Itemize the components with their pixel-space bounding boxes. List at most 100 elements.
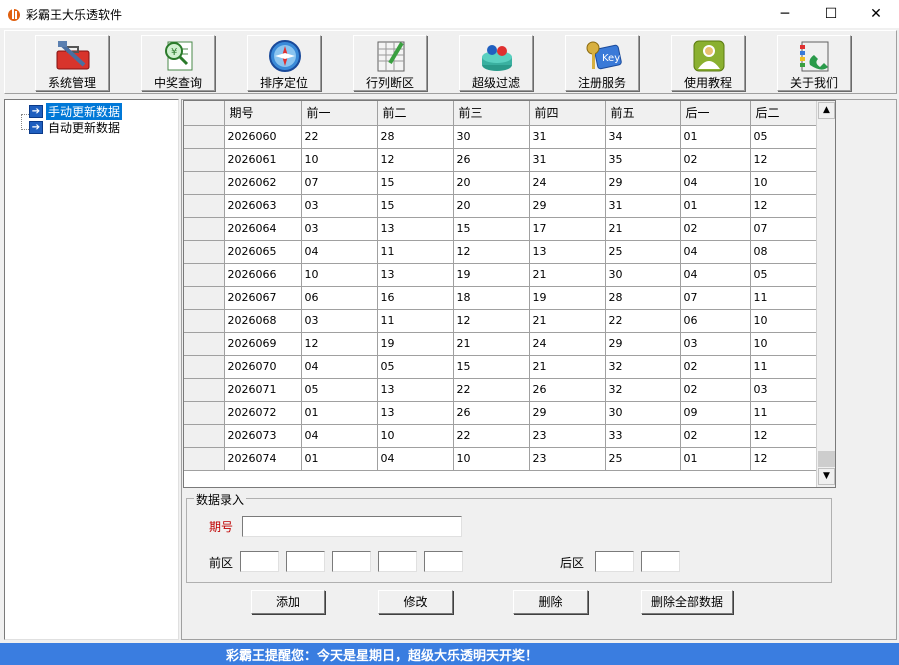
front-number-input-5[interactable] [424,551,463,572]
table-cell[interactable]: 15 [453,217,530,241]
close-button[interactable]: ✕ [853,0,899,28]
table-row[interactable]: 2026070 04 05 15 21 32 02 11 [184,355,822,379]
toolbar-button-sort[interactable]: 排序定位 [247,35,321,91]
table-cell[interactable]: 21 [453,332,530,356]
table-cell[interactable]: 04 [680,171,751,195]
table-cell[interactable]: 26 [453,401,530,425]
table-cell[interactable]: 01 [680,194,751,218]
table-cell[interactable]: 28 [605,286,681,310]
table-cell[interactable]: 10 [377,424,454,448]
table-cell[interactable]: 17 [529,217,606,241]
table-cell[interactable]: 19 [377,332,454,356]
table-cell[interactable]: 22 [453,378,530,402]
table-cell[interactable]: 03 [680,332,751,356]
table-cell[interactable]: 10 [750,171,822,195]
scroll-thumb[interactable] [818,451,835,467]
table-cell[interactable]: 15 [377,171,454,195]
table-cell[interactable]: 16 [377,286,454,310]
table-cell[interactable]: 02 [680,217,751,241]
table-cell[interactable]: 21 [529,309,606,333]
table-cell[interactable]: 11 [377,240,454,264]
front-number-input-4[interactable] [378,551,417,572]
row-header-cell[interactable] [184,263,225,287]
table-cell[interactable]: 10 [301,263,378,287]
back-number-input-1[interactable] [595,551,634,572]
row-header-cell[interactable] [184,171,225,195]
row-header-cell[interactable] [184,401,225,425]
table-cell[interactable]: 29 [529,194,606,218]
table-row[interactable]: 2026062 07 15 20 24 29 04 10 [184,171,822,195]
table-cell[interactable]: 2026067 [224,286,302,310]
maximize-button[interactable]: ☐ [808,0,854,28]
table-cell[interactable]: 10 [453,447,530,471]
row-header-cell[interactable] [184,217,225,241]
table-cell[interactable]: 22 [605,309,681,333]
data-grid[interactable]: 期号 前一 前二 前三 前四 前五 后一 后二 2026060 22 28 30 31 34 01 05 20… [183,100,836,488]
table-cell[interactable]: 2026073 [224,424,302,448]
table-row[interactable]: 2026066 10 13 19 21 30 04 05 [184,263,822,287]
tree-item-auto-update[interactable]: ➔ 自动更新数据 [29,120,122,135]
table-cell[interactable]: 30 [453,125,530,149]
table-cell[interactable]: 10 [750,332,822,356]
table-cell[interactable]: 12 [750,447,822,471]
table-cell[interactable]: 2026072 [224,401,302,425]
table-cell[interactable]: 13 [377,378,454,402]
delete-button[interactable]: 删除 [513,590,588,614]
minimize-button[interactable]: ─ [762,0,808,28]
table-row[interactable]: 2026067 06 16 18 19 28 07 11 [184,286,822,310]
front-number-input-1[interactable] [240,551,279,572]
front-number-input-2[interactable] [286,551,325,572]
table-cell[interactable]: 11 [750,355,822,379]
column-header[interactable]: 后二 [750,101,822,126]
toolbar-button-tutorial[interactable]: 使用教程 [671,35,745,91]
table-cell[interactable]: 34 [605,125,681,149]
table-row[interactable]: 2026069 12 19 21 24 29 03 10 [184,332,822,356]
table-cell[interactable]: 12 [377,148,454,172]
table-cell[interactable]: 11 [750,401,822,425]
table-cell[interactable]: 03 [301,194,378,218]
qihao-input[interactable] [242,516,462,537]
table-cell[interactable]: 07 [750,217,822,241]
table-cell[interactable]: 31 [605,194,681,218]
back-number-input-2[interactable] [641,551,680,572]
table-cell[interactable]: 01 [301,401,378,425]
toolbar-button-rowcol[interactable]: 行列断区 [353,35,427,91]
table-cell[interactable]: 08 [750,240,822,264]
table-cell[interactable]: 06 [301,286,378,310]
table-cell[interactable]: 03 [301,217,378,241]
table-cell[interactable]: 2026068 [224,309,302,333]
table-cell[interactable]: 26 [529,378,606,402]
table-cell[interactable]: 15 [453,355,530,379]
row-header-cell[interactable] [184,240,225,264]
toolbar-button-system[interactable]: 系统管理 [35,35,109,91]
table-cell[interactable]: 30 [605,263,681,287]
table-cell[interactable]: 04 [680,263,751,287]
table-cell[interactable]: 20 [453,171,530,195]
table-cell[interactable]: 03 [301,309,378,333]
table-cell[interactable]: 13 [377,217,454,241]
table-row[interactable]: 2026063 03 15 20 29 31 01 12 [184,194,822,218]
table-row[interactable]: 2026061 10 12 26 31 35 02 12 [184,148,822,172]
table-cell[interactable]: 21 [529,355,606,379]
table-row[interactable]: 2026071 05 13 22 26 32 02 03 [184,378,822,402]
table-cell[interactable]: 02 [680,424,751,448]
table-cell[interactable]: 2026063 [224,194,302,218]
table-cell[interactable]: 12 [750,194,822,218]
table-cell[interactable]: 25 [605,240,681,264]
scroll-down-button[interactable]: ▼ [818,468,835,485]
tree-item-manual-update[interactable]: ➔ 手动更新数据 [29,103,123,120]
toolbar-button-about[interactable]: 关于我们 [777,35,851,91]
table-cell[interactable]: 19 [529,286,606,310]
table-cell[interactable]: 05 [750,263,822,287]
row-header-cell[interactable] [184,378,225,402]
table-cell[interactable]: 2026070 [224,355,302,379]
table-cell[interactable]: 12 [750,424,822,448]
table-cell[interactable]: 30 [605,401,681,425]
table-cell[interactable]: 22 [453,424,530,448]
table-cell[interactable]: 32 [605,378,681,402]
table-cell[interactable]: 2026066 [224,263,302,287]
table-cell[interactable]: 13 [529,240,606,264]
front-number-input-3[interactable] [332,551,371,572]
table-cell[interactable]: 11 [377,309,454,333]
column-header[interactable]: 后一 [680,101,751,126]
